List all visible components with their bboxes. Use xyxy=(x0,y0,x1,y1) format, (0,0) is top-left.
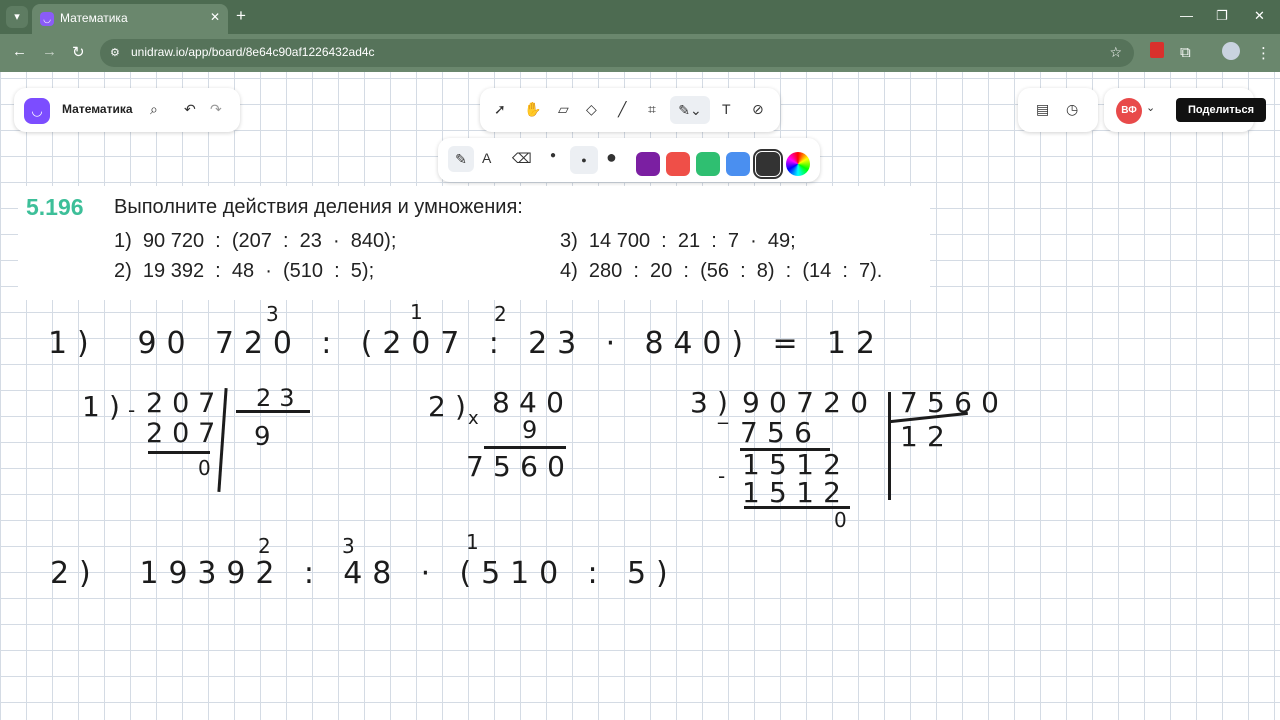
frame-icon[interactable]: ⌗ xyxy=(648,101,656,118)
task-card[interactable]: 5.196 Выполните действия деления и умнож… xyxy=(18,186,930,300)
medium-stroke-icon[interactable]: ● xyxy=(570,146,598,174)
url-text[interactable]: unidraw.io/app/board/8e64c90af1226432ad4… xyxy=(131,45,375,59)
step-1-underline xyxy=(148,451,210,454)
step-3-quotient: 12 xyxy=(900,420,955,453)
new-tab-button[interactable]: + xyxy=(236,6,246,26)
attachment-icon[interactable]: ⊘ xyxy=(752,101,764,118)
step-3-subtrahend-1: 756 xyxy=(740,416,822,449)
pdf-extension-icon[interactable] xyxy=(1150,42,1164,58)
minimize-icon[interactable]: — xyxy=(1180,8,1193,23)
unidraw-logo-icon[interactable]: ◡ xyxy=(24,98,50,124)
step-1-subtrahend: 207 xyxy=(146,418,225,449)
undo-icon[interactable]: ↶ xyxy=(184,101,196,118)
handwritten-expression-1: 1) 90 720 : (207 : 23 · 840) = 12 xyxy=(48,326,885,361)
tab-close-icon[interactable]: ✕ xyxy=(210,10,220,24)
step-1-remainder: 0 xyxy=(198,456,218,480)
step-2-result: 7560 xyxy=(466,450,575,483)
sticky-note-icon[interactable]: ▱ xyxy=(558,101,569,118)
search-icon[interactable]: ⌕ xyxy=(150,101,158,118)
browser-tab[interactable]: ◡ Математика ✕ xyxy=(32,4,228,34)
eraser-icon[interactable]: ⌫ xyxy=(512,150,532,167)
omnibox[interactable]: ⚙ unidraw.io/app/board/8e64c90af1226432a… xyxy=(100,39,1134,67)
pen-options-panel: ✎ A ⌫ ● ● ● xyxy=(438,138,820,182)
step-2-underline xyxy=(484,446,566,449)
chevron-down-icon[interactable]: ⌄ xyxy=(1146,101,1155,114)
layout-icon[interactable]: ▤ xyxy=(1036,101,1049,118)
user-avatar[interactable]: ВФ xyxy=(1116,98,1142,124)
tab-title: Математика xyxy=(60,11,128,25)
step-3-dividend: 90720 xyxy=(742,386,878,419)
task-item-3: 3) 14 700 : 21 : 7 · 49; xyxy=(560,230,796,252)
minus-sign: - xyxy=(128,398,142,422)
step-3-division-bar xyxy=(888,392,891,500)
step-2-multiplicand: 840 xyxy=(492,386,574,419)
tab-search-icon[interactable]: ▾ xyxy=(6,6,28,28)
board-header-panel: ◡ Математика ⌕ ↶ ↷ xyxy=(14,88,240,132)
step-3-remainder: 0 xyxy=(834,508,854,532)
pen-tool-icon[interactable]: ✎⌄ xyxy=(670,96,710,124)
color-purple-swatch[interactable] xyxy=(636,152,660,176)
minus-sign: _ xyxy=(718,400,735,424)
marker-icon[interactable]: A xyxy=(482,150,491,166)
step-1-label: 1) xyxy=(82,390,130,423)
share-button[interactable]: Поделиться xyxy=(1176,98,1266,122)
collab-panel: ВФ ⌄ Поделиться xyxy=(1104,88,1266,132)
minus-sign: - xyxy=(718,464,732,488)
site-info-icon[interactable]: ⚙ xyxy=(110,46,120,59)
tools-panel: ➚ ✋ ▱ ◇ ╱ ⌗ ✎⌄ T ⊘ xyxy=(480,88,780,132)
order-mark: 1 xyxy=(410,300,430,324)
bookmark-star-icon[interactable]: ☆ xyxy=(1109,44,1122,61)
step-2-multiplier: 9 xyxy=(522,416,546,444)
color-picker-icon[interactable] xyxy=(786,152,810,176)
text-tool-icon[interactable]: T xyxy=(722,101,731,117)
color-red-swatch[interactable] xyxy=(666,152,690,176)
back-icon[interactable]: ← xyxy=(12,43,27,60)
order-mark: 3 xyxy=(266,302,286,326)
step-3-subtrahend-2: 1512 xyxy=(742,476,851,509)
thick-stroke-icon[interactable]: ● xyxy=(606,147,617,168)
history-clock-icon[interactable]: ◷ xyxy=(1066,101,1078,118)
order-mark: 2 xyxy=(258,534,278,558)
reload-icon[interactable]: ↻ xyxy=(72,43,85,61)
address-bar-row: ← → ↻ ⚙ unidraw.io/app/board/8e64c90af12… xyxy=(0,34,1280,72)
step-1-divisor: 23 xyxy=(256,384,303,412)
task-item-4: 4) 280 : 20 : (56 : 8) : (14 : 7). xyxy=(560,260,883,282)
profile-avatar[interactable] xyxy=(1222,42,1240,60)
order-mark: 2 xyxy=(494,302,514,326)
line-icon[interactable]: ╱ xyxy=(618,101,626,118)
board-title[interactable]: Математика xyxy=(62,102,133,116)
close-window-icon[interactable]: ✕ xyxy=(1254,8,1265,24)
view-panel: ▤ ◷ xyxy=(1018,88,1098,132)
step-1-dividend: 207 xyxy=(146,388,225,419)
browser-tab-bar: ▾ ◡ Математика ✕ + — ❐ ✕ xyxy=(0,0,1280,34)
step-1-quotient: 9 xyxy=(254,422,280,452)
hand-pan-icon[interactable]: ✋ xyxy=(524,101,541,118)
thin-stroke-icon[interactable]: ● xyxy=(550,150,556,161)
color-green-swatch[interactable] xyxy=(696,152,720,176)
select-pointer-icon[interactable]: ➚ xyxy=(494,101,506,118)
multiply-sign: x xyxy=(468,408,485,429)
redo-icon[interactable]: ↷ xyxy=(210,101,222,118)
task-item-2: 2) 19 392 : 48 · (510 : 5); xyxy=(114,260,375,282)
task-title: Выполните действия деления и умножения: xyxy=(114,196,523,218)
extensions-icon[interactable]: ⧉ xyxy=(1180,44,1191,61)
task-item-1: 1) 90 720 : (207 : 23 · 840); xyxy=(114,230,397,252)
shapes-icon[interactable]: ◇ xyxy=(586,101,597,118)
order-mark: 3 xyxy=(342,534,362,558)
color-blue-swatch[interactable] xyxy=(726,152,750,176)
color-black-swatch[interactable] xyxy=(753,149,783,179)
forward-icon[interactable]: → xyxy=(42,43,57,60)
task-number: 5.196 xyxy=(26,194,84,220)
restore-icon[interactable]: ❐ xyxy=(1216,8,1228,24)
handwritten-expression-2: 2) 19392 : 48 · (510 : 5) xyxy=(50,556,678,591)
pen-icon[interactable]: ✎ xyxy=(448,146,474,172)
order-mark: 1 xyxy=(466,530,486,554)
tab-favicon-icon: ◡ xyxy=(40,12,54,26)
step-3-divisor: 7560 xyxy=(900,386,1009,419)
browser-menu-icon[interactable]: ⋮ xyxy=(1256,44,1271,62)
